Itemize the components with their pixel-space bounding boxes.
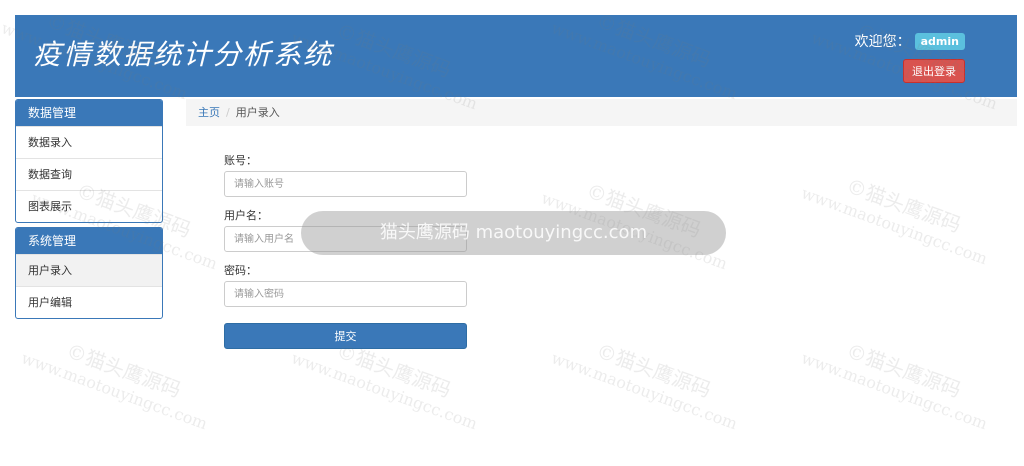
breadcrumb-home-link[interactable]: 主页 (198, 106, 220, 119)
watermark: ©猫头鹰源码www.maotouyingcc.com (19, 335, 220, 433)
user-entry-form: 账号： 用户名： 密码： (224, 152, 467, 317)
account-label: 账号： (224, 154, 257, 167)
username-input[interactable] (224, 226, 467, 252)
account-input[interactable] (224, 171, 467, 197)
panel-heading-data-management: 数据管理 (16, 100, 162, 126)
username-badge: admin (914, 33, 965, 50)
watermark: ©猫头鹰源码www.maotouyingcc.com (799, 335, 1000, 433)
sidebar-item-data-query[interactable]: 数据查询 (16, 158, 162, 190)
account-group: 账号： (224, 152, 467, 197)
submit-button[interactable]: 提交 (224, 323, 467, 349)
watermark-brand: ©猫头鹰源码 (583, 178, 705, 243)
password-input[interactable] (224, 281, 467, 307)
watermark-url: www.maotouyingcc.com (798, 348, 991, 434)
welcome-text: 欢迎您： (854, 34, 911, 50)
username-label: 用户名： (224, 209, 268, 222)
watermark: ©猫头鹰源码www.maotouyingcc.com (799, 170, 1000, 268)
watermark-brand: ©猫头鹰源码 (593, 338, 715, 403)
password-group: 密码： (224, 262, 467, 307)
watermark: ©猫头鹰源码www.maotouyingcc.com (289, 335, 490, 433)
sidebar-item-user-entry[interactable]: 用户录入 (16, 254, 162, 286)
sidebar-panel-system-management: 系统管理 用户录入 用户编辑 (15, 227, 163, 319)
sidebar-item-user-edit[interactable]: 用户编辑 (16, 286, 162, 318)
user-area: 欢迎您： admin 退出登录 (855, 31, 965, 83)
watermark: ©猫头鹰源码www.maotouyingcc.com (549, 335, 750, 433)
watermark-url: www.maotouyingcc.com (18, 348, 211, 434)
username-group: 用户名： (224, 207, 467, 252)
watermark-brand: ©猫头鹰源码 (843, 338, 965, 403)
logout-button[interactable]: 退出登录 (903, 59, 965, 83)
breadcrumb-current: 用户录入 (235, 106, 280, 119)
sidebar-panel-data-management: 数据管理 数据录入 数据查询 图表展示 (15, 99, 163, 223)
sidebar-item-chart-display[interactable]: 图表展示 (16, 190, 162, 222)
watermark-url: www.maotouyingcc.com (538, 188, 731, 274)
sidebar-item-data-entry[interactable]: 数据录入 (16, 126, 162, 158)
app-header: 疫情数据统计分析系统 欢迎您： admin 退出登录 (15, 15, 1017, 97)
panel-heading-system-management: 系统管理 (16, 228, 162, 254)
breadcrumb: 主页 / 用户录入 (186, 99, 1017, 126)
watermark-brand: ©猫头鹰源码 (63, 338, 185, 403)
app-title: 疫情数据统计分析系统 (33, 38, 334, 71)
password-label: 密码： (224, 264, 257, 277)
breadcrumb-separator: / (226, 106, 230, 119)
watermark: ©猫头鹰源码www.maotouyingcc.com (539, 175, 740, 273)
watermark-url: www.maotouyingcc.com (798, 183, 991, 269)
watermark-brand: ©猫头鹰源码 (843, 173, 965, 238)
watermark-url: www.maotouyingcc.com (548, 348, 741, 434)
watermark-url: www.maotouyingcc.com (288, 348, 481, 434)
